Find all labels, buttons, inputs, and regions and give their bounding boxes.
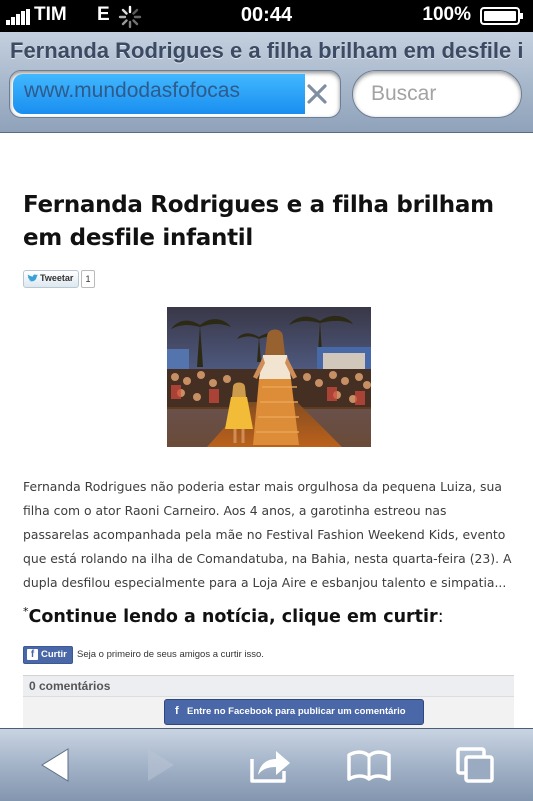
search-placeholder: Buscar xyxy=(371,82,437,105)
facebook-icon: f xyxy=(27,649,38,660)
browser-header: Fernanda Rodrigues e a filha brilham em … xyxy=(0,32,533,133)
article-photo[interactable] xyxy=(167,307,371,447)
like-button[interactable]: f Curtir xyxy=(23,646,73,664)
twitter-bird-icon xyxy=(27,274,38,282)
clear-url-icon[interactable] xyxy=(300,75,334,113)
status-bar: TIM E 00:44 100% xyxy=(0,0,533,32)
facebook-icon: f xyxy=(175,705,179,717)
cta-text: Continue lendo a notícia, clique em curt… xyxy=(28,606,438,627)
page-title: Fernanda Rodrigues e a filha brilham em … xyxy=(10,38,525,63)
address-bar[interactable]: www.mundodasfofocas xyxy=(9,70,341,118)
share-icon[interactable] xyxy=(244,743,294,787)
battery-percent: 100% xyxy=(422,4,471,25)
tabs-icon[interactable] xyxy=(452,743,502,787)
cta-colon: : xyxy=(437,606,444,627)
article-headline: Fernanda Rodrigues e a filha brilham em … xyxy=(23,192,494,251)
back-icon[interactable] xyxy=(30,743,80,787)
forward-icon[interactable] xyxy=(136,743,186,787)
comments-header: 0 comentários xyxy=(23,676,514,697)
tweet-button[interactable]: Tweetar xyxy=(23,270,79,288)
continue-reading-prompt: *Continue lendo a notícia, clique em cur… xyxy=(23,605,513,627)
browser-toolbar xyxy=(0,728,533,801)
article-body: Fernanda Rodrigues não poderia estar mai… xyxy=(23,479,512,590)
search-field[interactable]: Buscar xyxy=(352,70,522,118)
tweet-count: 1 xyxy=(81,270,95,288)
facebook-comments-box: 0 comentários f Entre no Facebook para p… xyxy=(23,675,514,728)
battery-icon xyxy=(480,7,523,25)
comments-count: 0 comentários xyxy=(29,679,111,693)
url-input[interactable]: www.mundodasfofocas xyxy=(24,79,304,103)
web-content[interactable]: Fernanda Rodrigues e a filha brilham em … xyxy=(0,133,533,728)
like-social-text: Seja o primeiro de seus amigos a curtir … xyxy=(77,649,264,660)
bookmarks-icon[interactable] xyxy=(344,743,394,787)
facebook-login-label: Entre no Facebook para publicar um comen… xyxy=(187,706,406,717)
like-label: Curtir xyxy=(41,649,67,660)
tweet-label: Tweetar xyxy=(40,273,74,283)
facebook-login-button[interactable]: f Entre no Facebook para publicar um com… xyxy=(164,699,424,725)
